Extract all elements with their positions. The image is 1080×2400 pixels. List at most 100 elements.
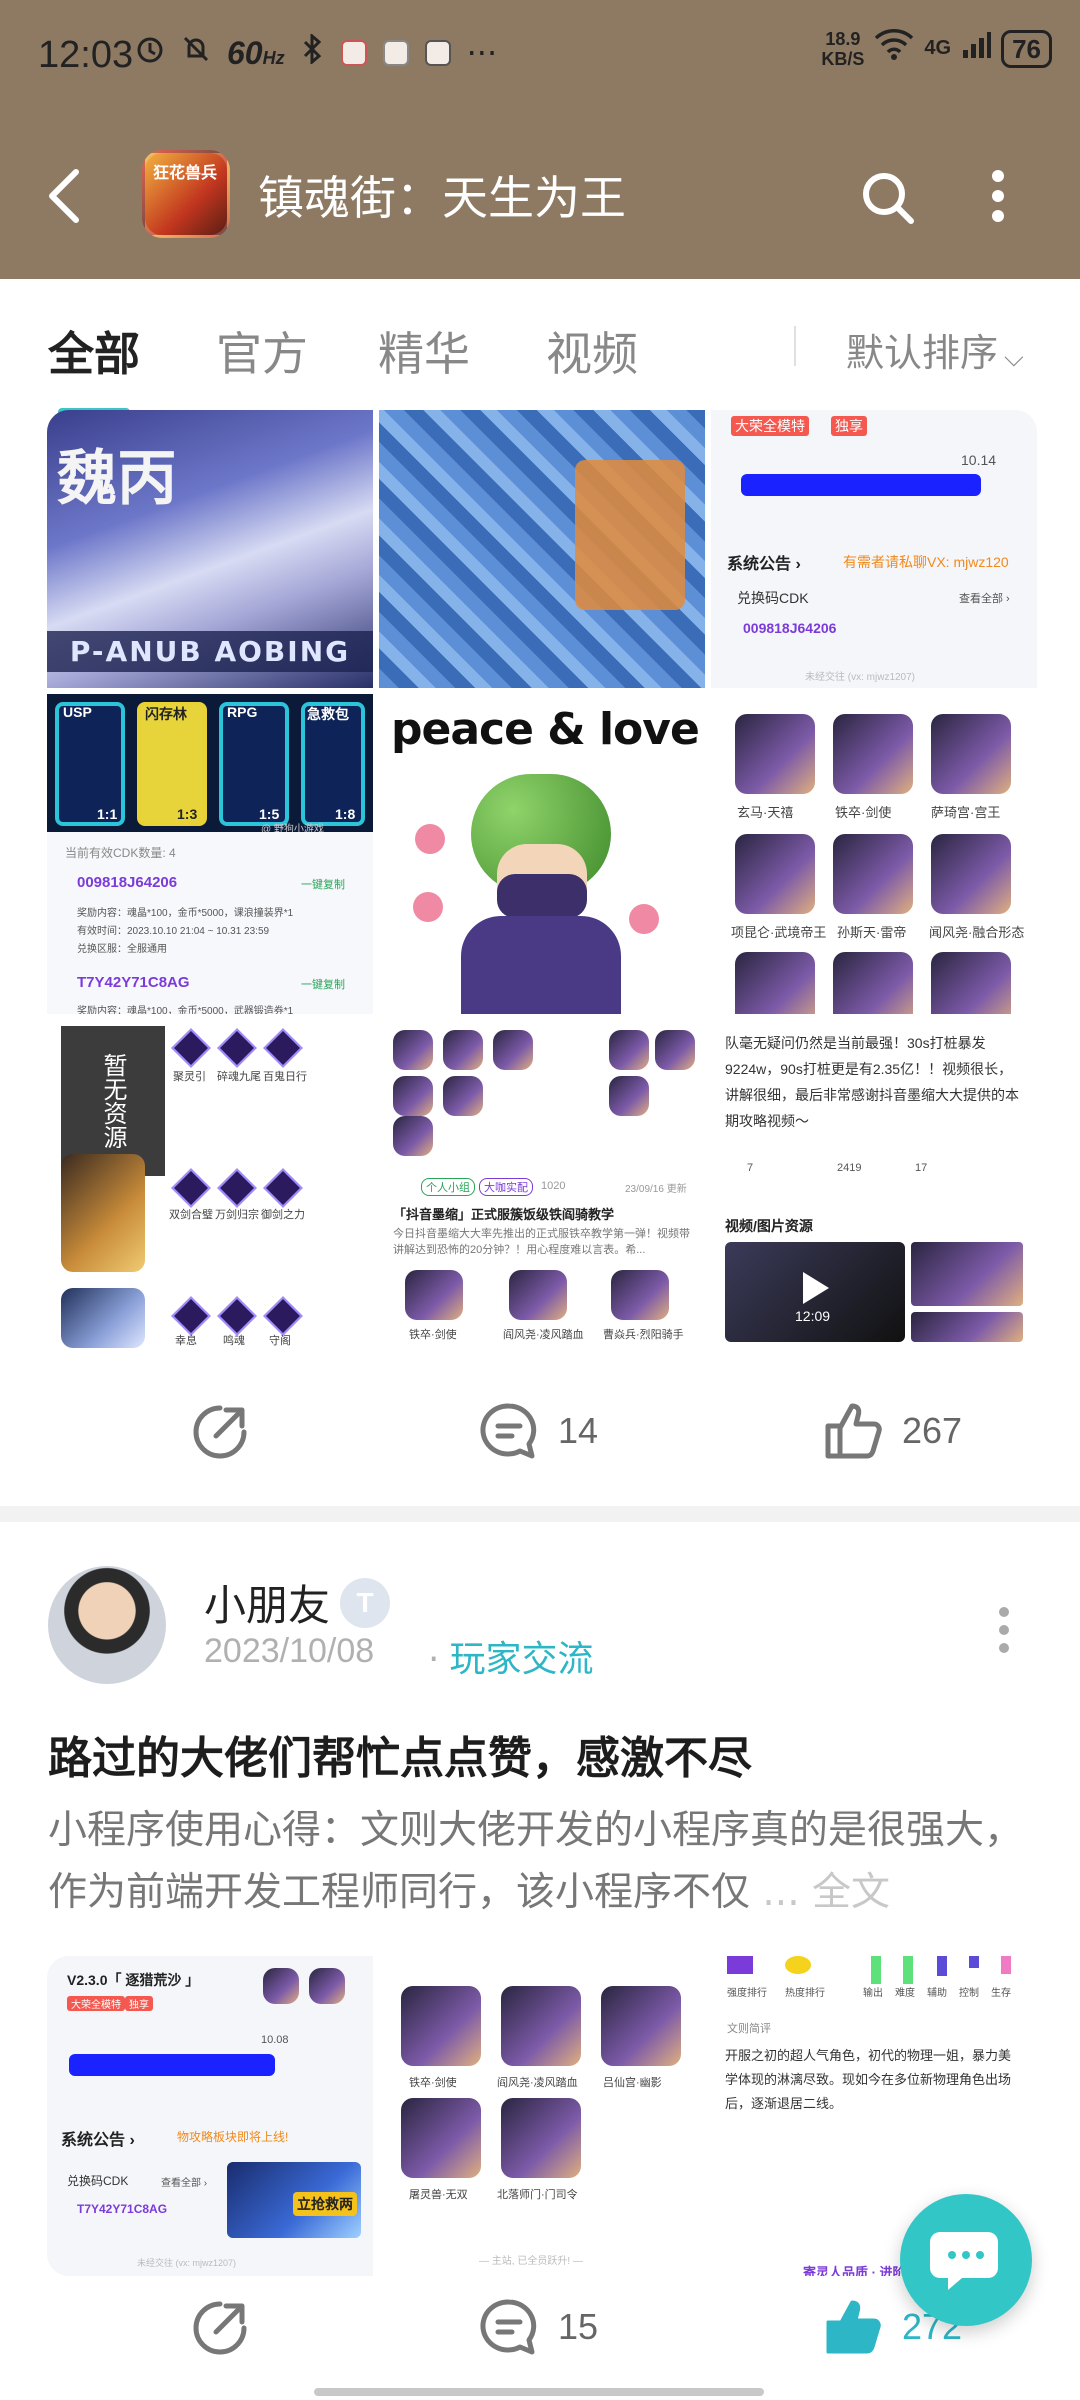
article-title: 「抖音墨缩」正式服簇饭级铁阎骑教学 — [393, 1207, 615, 1222]
grid-image-cdk-panel[interactable]: 大荣全模特 独享 10.14 系统公告 › 有需者请私聊VX: mjwz120 … — [711, 410, 1037, 688]
post-more-icon[interactable] — [998, 1606, 1010, 1654]
avatar[interactable] — [48, 1566, 166, 1684]
grid-image-character-list[interactable]: 铁卒·剑使 阎风尧·凌风踏血 吕仙宫·幽影 屠灵兽·无双 北落师门·门司令 — … — [379, 1956, 705, 2276]
weapon-label: USP — [63, 704, 92, 720]
grid-image-weapons-cdk[interactable]: USP 闪存林 RPG 急救包 1:1 1:3 1:5 1:8 @ 野狗小游戏 … — [47, 694, 373, 1014]
grid-image-character-list[interactable]: 玄马·天禧 铁卒·剑使 萨琦宫·宫王 项昆仑·武境帝王 孙斯天·雷帝 闻风尧·融… — [711, 694, 1037, 1014]
view-count: 2419 — [837, 1162, 862, 1174]
post-body[interactable]: 小程序使用心得：文则大佬开发的小程序真的是很强大，作为前端开发工程师同行，该小程… — [48, 1800, 1038, 1924]
body-shape — [461, 916, 621, 1014]
rank-icon — [727, 1956, 753, 1974]
panel-tag: 独享 — [125, 1996, 153, 2011]
progress-bar — [69, 2054, 275, 2076]
grid-image-text-video[interactable]: 队毫无疑问仍然是当前最强！30s打桩暴发9224w，90s打桩更是有2.35亿！… — [711, 1020, 1037, 1350]
cdk-count: 当前有效CDK数量: 4 — [65, 846, 176, 860]
skill-icon — [171, 1028, 211, 1068]
stat-label: 辅助 — [927, 1988, 947, 1999]
rank-icon — [785, 1956, 811, 1974]
character-name: 闻风尧·融合形态 — [929, 925, 1025, 940]
status-bar: 12:03 60Hz ··· 18.9 KB/S 4G 76 — [0, 0, 1080, 100]
intro-text: 开服之初的超人气角色，初代的物理一姐，暴力美学体现的淋漓尽致。现如今在多位新物理… — [725, 2048, 1012, 2111]
skill-name: 百鬼日行 — [263, 1071, 307, 1083]
image-text: 魏丙 — [57, 444, 177, 514]
tab-featured[interactable]: 精华 — [378, 318, 470, 384]
grid-image-skills[interactable]: 暂无资源 聚灵引 碎魂九尾 百鬼日行 双剑合璧 万剑归宗 御剑之力 幸息 鸣魂 … — [47, 1020, 373, 1350]
grid-image-peace-love[interactable]: peace & love — [379, 694, 705, 1014]
post-date: 2023/10/08 — [204, 1632, 375, 1670]
tab-official[interactable]: 官方 — [216, 318, 308, 384]
share-icon — [193, 1405, 247, 1459]
grid-image-article[interactable]: 个人小组 大咖实配 1020 23/09/16 更新 「抖音墨缩」正式服簇饭级铁… — [379, 1020, 705, 1350]
section-label: 视频/图片资源 — [725, 1218, 813, 1234]
announce-label: 系统公告 › — [727, 556, 801, 573]
post-username[interactable]: 小朋友 — [204, 1572, 330, 1633]
weapon-count: 1:3 — [177, 806, 198, 822]
comment-button[interactable]: 14 — [478, 1400, 598, 1462]
notification-app-icon — [340, 40, 367, 66]
panel-tag: 独享 — [831, 416, 867, 436]
character-name: 项昆仑·武境帝王 — [731, 925, 827, 940]
status-icons-right: 18.9 KB/S 4G 76 — [821, 28, 1052, 69]
image-paragraph: 队毫无疑问仍然是当前最强！30s打桩暴发9224w，90s打桩更是有2.35亿！… — [725, 1035, 1019, 1129]
share-button[interactable] — [190, 1400, 252, 1462]
gesture-home-bar[interactable] — [314, 2388, 764, 2396]
back-button[interactable] — [44, 168, 84, 223]
share-icon — [193, 2301, 247, 2355]
character-avatar — [501, 1986, 581, 2066]
level-badge: T — [340, 1578, 390, 1628]
bluetooth-icon — [301, 32, 325, 72]
flower-icon — [413, 892, 443, 922]
cdk-valid: 有效时间：2023.10.10 21:04 ~ 10.31 23:59 — [77, 926, 270, 937]
filter-tabs: 全部 官方 精华 视频 默认排序 ⌵ — [0, 280, 1080, 416]
more-vertical-icon[interactable] — [990, 168, 1006, 224]
play-icon — [803, 1272, 829, 1304]
comment-icon — [480, 2299, 537, 2355]
search-icon[interactable] — [860, 170, 914, 224]
grid-image-armor[interactable]: 魏丙 P-ANUB AOBING — [47, 410, 373, 688]
refresh-rate: 60Hz — [227, 34, 285, 71]
post-title[interactable]: 路过的大佬们帮忙点点赞，感激不尽 — [48, 1722, 1038, 1786]
cdk-list-card: 当前有效CDK数量: 4 009818J64206 一键复制 奖励内容：魂晶*1… — [47, 832, 373, 1014]
copy-button: 一键复制 — [301, 879, 345, 891]
skill-icon — [217, 1028, 257, 1068]
stat-label: 生存 — [991, 1988, 1011, 1999]
game-app-icon[interactable]: 狂花兽兵 — [142, 150, 230, 238]
chevron-down-icon: ⌵ — [1004, 343, 1024, 373]
copy-button: 一键复制 — [301, 979, 345, 991]
sort-dropdown[interactable]: 默认排序 ⌵ — [846, 322, 1024, 377]
thumbs-up-icon — [825, 1403, 882, 1459]
promo-label: 立抢救两 — [293, 2192, 357, 2216]
grid-image-model-parts[interactable] — [379, 410, 705, 688]
notification-app-icon — [382, 40, 409, 66]
character-avatar — [833, 834, 913, 914]
character-avatar — [735, 834, 815, 914]
status-icons-left: 60Hz ··· — [135, 32, 498, 72]
comment-button[interactable]: 15 — [478, 2296, 598, 2358]
stat-label: 输出 — [863, 1988, 883, 1999]
flower-icon — [415, 824, 445, 854]
character-name: 孙斯天·雷帝 — [837, 925, 907, 940]
weapon-label: 急救包 — [307, 706, 349, 722]
share-button[interactable] — [190, 2296, 252, 2358]
cdk-view-all: 查看全部 › — [161, 2178, 208, 2189]
grid-image-cdk-panel[interactable]: V2.3.0「 逐猎荒沙 」 大荣全模特 独享 10.08 系统公告 › 物攻略… — [47, 1956, 373, 2276]
comment-count: 15 — [558, 2306, 599, 2347]
more-notifications: ··· — [466, 34, 498, 72]
character-avatar — [401, 2098, 481, 2178]
read-more-link[interactable]: ... 全文 — [750, 1870, 890, 1915]
like-button[interactable]: 267 — [822, 1400, 962, 1462]
character-avatar — [655, 1030, 695, 1070]
panel-tag: 大荣全模特 — [67, 1996, 125, 2011]
tab-video[interactable]: 视频 — [546, 318, 638, 384]
tab-all[interactable]: 全部 — [48, 318, 140, 384]
mute-bell-icon — [181, 34, 211, 72]
cdk-code: 009818J64206 — [743, 620, 837, 636]
cdk-code: T7Y42Y71C8AG — [77, 2202, 168, 2216]
character-avatar — [393, 1030, 433, 1070]
signal-icon — [961, 29, 992, 69]
post-category[interactable]: · 玩家交流 — [428, 1630, 593, 1682]
weapon-label: RPG — [227, 704, 258, 720]
character-name: 玄马·天禧 — [737, 805, 794, 820]
character-avatar — [263, 1968, 299, 2004]
compose-chat-button[interactable] — [900, 2194, 1032, 2326]
